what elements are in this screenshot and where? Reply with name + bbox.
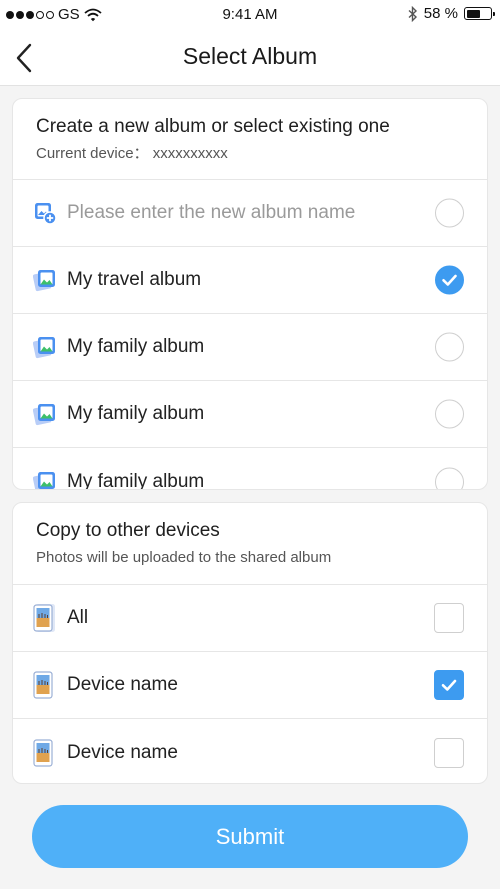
check-icon	[441, 679, 457, 691]
devices-section-title: Copy to other devices	[36, 520, 220, 541]
battery-icon	[464, 7, 495, 20]
check-icon	[442, 274, 457, 286]
album-item-label: My family album	[67, 470, 205, 490]
photo-album-icon	[33, 404, 55, 426]
new-album-name-input[interactable]: Please enter the new album name	[67, 202, 355, 224]
album-item-label: My travel album	[67, 269, 202, 290]
album-item[interactable]: My family album	[13, 448, 487, 490]
album-item[interactable]: My travel album	[13, 247, 487, 314]
new-album-row[interactable]: Please enter the new album name	[13, 180, 487, 247]
device-checkbox-checked[interactable]	[434, 670, 464, 700]
battery-fill	[466, 9, 480, 18]
status-bar: GS 9:41 AM 58 %	[0, 0, 500, 30]
bluetooth-icon	[408, 5, 417, 22]
device-item-all[interactable]: All	[13, 585, 487, 652]
device-item[interactable]: Device name	[13, 719, 487, 783]
album-item-label: My family album	[67, 403, 205, 424]
device-icon	[33, 671, 53, 699]
album-item-label: My family album	[67, 336, 205, 357]
device-icon	[33, 604, 55, 632]
battery-percent: 58 %	[423, 5, 458, 22]
device-item[interactable]: Device name	[13, 652, 487, 719]
device-item-label: Device name	[67, 741, 178, 763]
album-radio[interactable]	[435, 332, 464, 362]
photo-album-icon	[33, 337, 55, 359]
devices-section-subtitle: Photos will be uploaded to the shared al…	[36, 549, 332, 566]
photo-album-icon	[33, 471, 55, 489]
album-radio[interactable]	[435, 467, 464, 489]
devices-card: Copy to other devices Photos will be upl…	[12, 502, 488, 784]
photo-album-icon	[33, 270, 55, 292]
status-right: 58 %	[408, 5, 495, 22]
album-card: Create a new album or select existing on…	[12, 98, 488, 490]
add-album-icon	[35, 203, 57, 225]
nav-bar: Select Album	[0, 30, 500, 86]
album-radio-selected[interactable]	[435, 265, 464, 295]
device-icon	[33, 738, 53, 767]
new-album-radio[interactable]	[435, 198, 464, 228]
album-item[interactable]: My family album	[13, 381, 487, 448]
submit-button[interactable]: Submit	[32, 805, 468, 868]
device-item-label: Device name	[67, 674, 178, 695]
devices-card-header: Copy to other devices Photos will be upl…	[13, 503, 487, 585]
album-card-header: Create a new album or select existing on…	[13, 99, 487, 180]
current-device-label: Current device： xxxxxxxxxx	[36, 145, 228, 162]
device-checkbox[interactable]	[434, 603, 464, 633]
page-title: Select Album	[182, 43, 318, 69]
device-checkbox[interactable]	[434, 737, 464, 768]
album-radio[interactable]	[435, 399, 464, 429]
album-section-title: Create a new album or select existing on…	[36, 116, 390, 137]
album-item[interactable]: My family album	[13, 314, 487, 381]
device-item-label: All	[67, 607, 89, 628]
